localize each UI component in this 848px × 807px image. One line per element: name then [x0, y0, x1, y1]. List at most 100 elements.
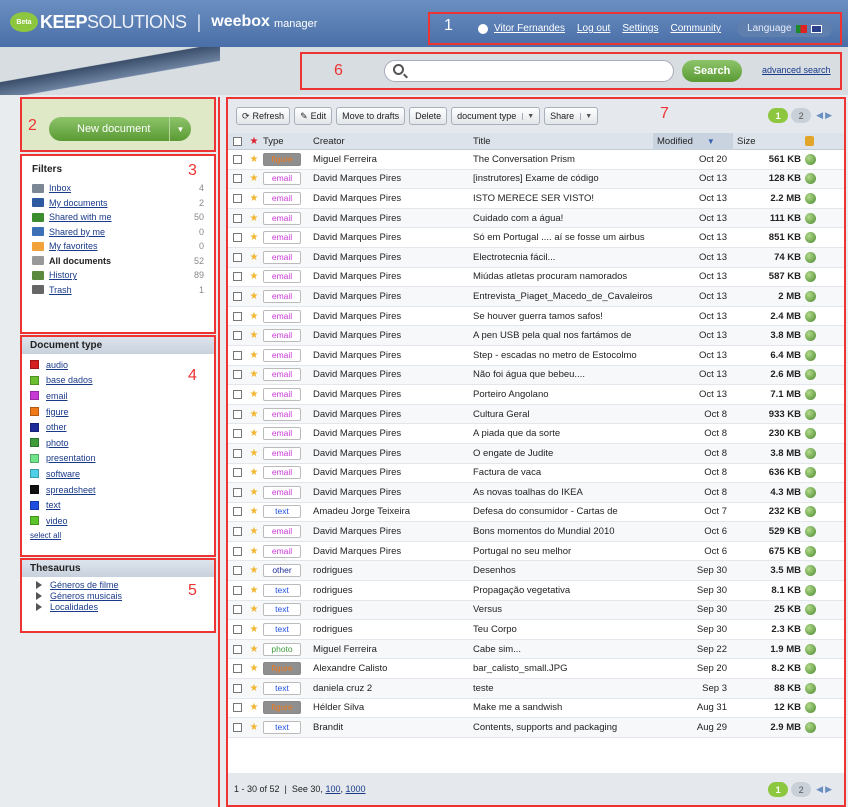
public-globe-icon[interactable] [805, 545, 816, 557]
row-checkbox[interactable] [233, 527, 242, 537]
table-row[interactable]: ★ text rodrigues Versus Sep 30 25 KB [228, 600, 844, 621]
size-column-header[interactable]: Size [733, 136, 805, 147]
table-row[interactable]: ★ email David Marques Pires O engate de Jud… [228, 443, 844, 464]
community-link[interactable]: Community [670, 23, 721, 34]
table-row[interactable]: ★ figure Miguel Ferreira The Conversation P… [228, 150, 844, 170]
new-document-button[interactable]: New document ▼ [49, 117, 191, 141]
public-globe-icon[interactable] [805, 682, 816, 694]
title-cell[interactable]: Defesa do consumidor - Cartas de [469, 506, 653, 517]
thesaurus-item[interactable]: Localidades [22, 601, 214, 612]
favorite-star-icon[interactable]: ★ [250, 604, 259, 615]
document-type-item[interactable]: audio [22, 357, 214, 373]
creator-column-header[interactable]: Creator [309, 136, 469, 147]
thesaurus-label[interactable]: Localidades [50, 602, 98, 612]
public-globe-icon[interactable] [805, 428, 816, 440]
document-type-item[interactable]: text [22, 497, 214, 513]
favorite-star-icon[interactable]: ★ [250, 624, 259, 635]
favorite-star-icon[interactable]: ★ [250, 506, 259, 517]
favorite-star-icon[interactable]: ★ [250, 526, 259, 537]
filter-label[interactable]: Inbox [49, 183, 199, 193]
table-row[interactable]: ★ email David Marques Pires Electrotecnia f… [228, 247, 844, 268]
row-checkbox[interactable] [233, 311, 242, 321]
public-globe-icon[interactable] [805, 369, 816, 381]
row-checkbox[interactable] [233, 252, 242, 262]
public-globe-icon[interactable] [805, 506, 816, 518]
public-globe-icon[interactable] [805, 310, 816, 322]
row-checkbox[interactable] [233, 154, 242, 164]
document-type-label[interactable]: photo [46, 438, 69, 448]
thesaurus-item[interactable]: Géneros musicais [22, 590, 214, 601]
document-type-label[interactable]: audio [46, 360, 68, 370]
favorite-star-icon[interactable]: ★ [250, 193, 259, 204]
filter-item[interactable]: All documents 52 [32, 254, 204, 269]
table-row[interactable]: ★ email David Marques Pires Entrevista_Piag… [228, 287, 844, 307]
favorite-star-icon[interactable]: ★ [250, 487, 259, 498]
row-checkbox[interactable] [233, 683, 242, 693]
filter-item[interactable]: Shared with me 50 [32, 210, 204, 225]
table-row[interactable]: ★ figure Hélder Silva Make me a sandwish Aug… [228, 699, 844, 719]
page-1-button[interactable]: 1 [768, 782, 789, 797]
table-row[interactable]: ★ email David Marques Pires ISTO MERECE SER… [228, 189, 844, 209]
favorite-star-icon[interactable]: ★ [250, 448, 259, 459]
title-cell[interactable]: Propagação vegetativa [469, 585, 653, 596]
table-row[interactable]: ★ email David Marques Pires As novas toalha… [228, 483, 844, 503]
row-checkbox[interactable] [233, 723, 242, 733]
row-checkbox[interactable] [233, 605, 242, 615]
row-checkbox[interactable] [233, 291, 242, 301]
document-type-label[interactable]: figure [46, 407, 69, 417]
table-row[interactable]: ★ email David Marques Pires Cultura Geral Oc… [228, 404, 844, 425]
filter-label[interactable]: All documents [49, 256, 194, 266]
favorite-star-icon[interactable]: ★ [250, 683, 259, 694]
modified-column-header[interactable]: Modified ▼ [653, 132, 733, 150]
table-row[interactable]: ★ email David Marques Pires Portugal no seu… [228, 542, 844, 562]
refresh-button[interactable]: ⟳ Refresh [236, 107, 291, 125]
favorite-star-icon[interactable]: ★ [250, 565, 259, 576]
public-globe-icon[interactable] [805, 173, 816, 185]
advanced-search-link[interactable]: advanced search [762, 65, 831, 75]
title-cell[interactable]: Make me a sandwish [469, 702, 653, 713]
logout-link[interactable]: Log out [577, 23, 610, 34]
document-type-label[interactable]: presentation [46, 453, 96, 463]
row-checkbox[interactable] [233, 566, 242, 576]
next-page-icon[interactable]: ▶ [825, 110, 832, 121]
title-cell[interactable]: Porteiro Angolano [469, 389, 653, 400]
filter-item[interactable]: My favorites 0 [32, 239, 204, 254]
filter-item[interactable]: History 89 [32, 268, 204, 283]
title-cell[interactable]: The Conversation Prism [469, 154, 653, 165]
title-cell[interactable]: Só em Portugal .... aí se fosse um airbu… [469, 232, 653, 243]
favorite-star-icon[interactable]: ★ [250, 271, 259, 282]
row-checkbox[interactable] [233, 546, 242, 556]
document-type-label[interactable]: other [46, 422, 67, 432]
favorite-star-icon[interactable]: ★ [250, 330, 259, 341]
title-cell[interactable]: Contents, supports and packaging [469, 722, 653, 733]
favorite-star-icon[interactable]: ★ [250, 663, 259, 674]
prev-page-icon[interactable]: ◀ [816, 110, 823, 121]
table-row[interactable]: ★ email David Marques Pires Bons momentos d… [228, 522, 844, 542]
title-cell[interactable]: teste [469, 683, 653, 694]
filter-item[interactable]: Inbox 4 [32, 181, 204, 196]
public-globe-icon[interactable] [805, 486, 816, 498]
row-checkbox[interactable] [233, 350, 242, 360]
public-globe-icon[interactable] [805, 643, 816, 655]
public-globe-icon[interactable] [805, 290, 816, 302]
favorite-star-icon[interactable]: ★ [250, 389, 259, 400]
document-type-label[interactable]: video [46, 516, 68, 526]
row-checkbox[interactable] [233, 370, 242, 380]
row-checkbox[interactable] [233, 487, 242, 497]
title-cell[interactable]: Não foi água que bebeu.... [469, 369, 653, 380]
title-cell[interactable]: Cultura Geral [469, 409, 653, 420]
title-cell[interactable]: [instrutores] Exame de código [469, 173, 653, 184]
public-globe-icon[interactable] [805, 212, 816, 224]
expand-triangle-icon[interactable] [36, 602, 42, 611]
favorite-star-icon[interactable]: ★ [250, 702, 259, 713]
document-type-item[interactable]: video [22, 513, 214, 529]
select-all-link[interactable]: select all [22, 531, 214, 540]
document-type-item[interactable]: spreadsheet [22, 482, 214, 498]
filter-label[interactable]: My documents [49, 198, 199, 208]
title-cell[interactable]: Teu Corpo [469, 624, 653, 635]
favorite-star-icon[interactable]: ★ [250, 311, 259, 322]
page-size-1000-link[interactable]: 1000 [345, 784, 365, 794]
title-cell[interactable]: ISTO MERECE SER VISTO! [469, 193, 653, 204]
public-globe-icon[interactable] [805, 271, 816, 283]
table-row[interactable]: ★ email David Marques Pires Cuidado com a á… [228, 208, 844, 229]
